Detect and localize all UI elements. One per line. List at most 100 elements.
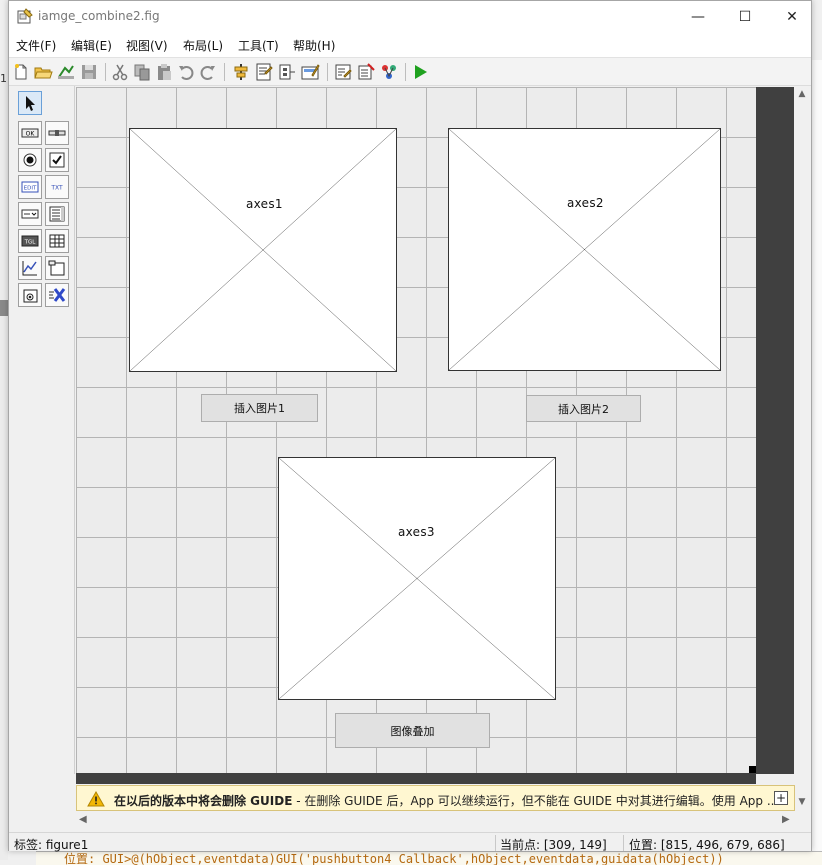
scroll-left-icon[interactable]: ◀ <box>79 814 87 825</box>
menu-help[interactable]: 帮助(H) <box>293 37 335 54</box>
toolbar-separator <box>405 63 406 81</box>
toolbar-editor-icon[interactable] <box>300 62 320 82</box>
table-tool[interactable] <box>45 229 69 253</box>
axes1-label: axes1 <box>246 197 283 211</box>
deprecation-banner: 在以后的版本中将会删除 GUIDE - 在删除 GUIDE 后，App 可以继续… <box>76 785 795 811</box>
property-inspector-icon[interactable] <box>356 62 376 82</box>
table-icon <box>49 234 65 248</box>
svg-text:TXT: TXT <box>50 185 63 192</box>
undo-icon[interactable] <box>176 62 196 82</box>
edit-text-icon: EDIT <box>21 181 39 193</box>
axes-icon <box>22 261 37 276</box>
guide-window: iamge_combine2.fig — ☐ ✕ 文件(F) 编辑(E) 视图(… <box>8 0 812 852</box>
edit-text-tool[interactable]: EDIT <box>18 175 42 199</box>
axes-tool[interactable] <box>18 256 42 280</box>
status-position: 位置: [815, 496, 679, 686] <box>629 838 785 852</box>
redo-icon[interactable] <box>198 62 218 82</box>
panel-tool[interactable] <box>45 256 69 280</box>
minimize-button[interactable]: — <box>675 1 721 32</box>
editor-icon[interactable] <box>333 62 353 82</box>
axes-cross <box>279 458 555 699</box>
checkbox-icon <box>49 152 65 168</box>
export-icon[interactable] <box>56 62 76 82</box>
toolbar-separator <box>327 63 328 81</box>
scroll-right-icon[interactable]: ▶ <box>782 814 790 825</box>
background-window-right <box>812 60 822 860</box>
axes-cross <box>130 129 396 371</box>
arrow-cursor-icon <box>26 96 35 111</box>
banner-rest-text: - 在删除 GUIDE 后，App 可以继续运行，但不能在 GUIDE 中对其进… <box>292 794 779 808</box>
banner-expand-button[interactable]: + <box>774 791 788 805</box>
horizontal-scrollbar[interactable]: ◀ ▶ <box>9 812 811 828</box>
save-icon[interactable] <box>79 62 99 82</box>
pushbutton-tool[interactable]: OK <box>18 121 42 145</box>
activex-tool[interactable] <box>45 283 69 307</box>
menu-file[interactable]: 文件(F) <box>16 37 56 54</box>
toolbar <box>9 58 811 86</box>
title-bar[interactable]: iamge_combine2.fig — ☐ ✕ <box>9 1 811 32</box>
maximize-button[interactable]: ☐ <box>722 1 768 32</box>
toolbar-separator <box>224 63 225 81</box>
axes2-label: axes2 <box>567 196 604 210</box>
axes2-placeholder[interactable]: axes2 <box>448 128 721 371</box>
static-text-icon: TXT <box>50 185 63 192</box>
slider-tool[interactable] <box>45 121 69 145</box>
figure-resize-handle[interactable] <box>749 766 756 773</box>
button-group-tool[interactable] <box>18 283 42 307</box>
close-button[interactable]: ✕ <box>769 1 815 32</box>
button-group-icon <box>23 289 38 303</box>
scroll-down-icon[interactable]: ▼ <box>797 797 807 807</box>
vertical-scrollbar[interactable]: ▲ ▼ <box>794 87 810 807</box>
background-window-left <box>0 60 8 860</box>
axes3-label: axes3 <box>398 525 435 539</box>
checkbox-tool[interactable] <box>45 148 69 172</box>
listbox-icon <box>49 206 65 222</box>
background-code-line: 位置: GUI>@(hObject,eventdata)GUI('pushbut… <box>36 851 822 865</box>
run-icon[interactable] <box>410 62 430 82</box>
axes-cross <box>449 129 720 370</box>
banner-message: 在以后的版本中将会删除 GUIDE - 在删除 GUIDE 后，App 可以继续… <box>114 792 778 809</box>
cut-icon[interactable] <box>110 62 130 82</box>
figure-edge-bottom <box>76 773 756 784</box>
object-browser-icon[interactable] <box>379 62 399 82</box>
component-palette: OK EDIT TXT TGL <box>9 86 75 774</box>
popup-menu-icon <box>21 209 39 219</box>
menu-layout[interactable]: 布局(L) <box>183 37 223 54</box>
insert-image1-button[interactable]: 插入图片1 <box>201 394 318 422</box>
warning-icon <box>87 790 105 807</box>
activex-icon <box>49 288 66 302</box>
panel-icon <box>48 260 65 276</box>
tab-order-icon[interactable] <box>277 62 297 82</box>
menu-tools[interactable]: 工具(T) <box>238 37 279 54</box>
toggle-button-tool[interactable]: TGL <box>18 229 42 253</box>
align-icon[interactable] <box>231 62 251 82</box>
popup-menu-tool[interactable] <box>18 202 42 226</box>
axes3-placeholder[interactable]: axes3 <box>278 457 556 700</box>
guide-app-icon <box>17 8 33 24</box>
image-overlay-button[interactable]: 图像叠加 <box>335 713 490 748</box>
copy-icon[interactable] <box>132 62 152 82</box>
axes1-placeholder[interactable]: axes1 <box>129 128 397 372</box>
paste-icon[interactable] <box>154 62 174 82</box>
menu-edit[interactable]: 编辑(E) <box>71 37 112 54</box>
status-separator <box>495 835 496 851</box>
menu-editor-icon[interactable] <box>254 62 274 82</box>
static-text-tool[interactable]: TXT <box>45 175 69 199</box>
layout-canvas[interactable]: axes1 axes2 axes3 插入图片1 插入图片2 图像叠加 <box>76 87 756 773</box>
radiobutton-tool[interactable] <box>18 148 42 172</box>
insert-image2-button[interactable]: 插入图片2 <box>526 395 641 422</box>
scroll-up-icon[interactable]: ▲ <box>797 89 807 99</box>
slider-icon <box>48 130 66 136</box>
toggle-button-icon: TGL <box>21 235 39 247</box>
radiobutton-icon <box>23 153 37 167</box>
select-tool[interactable] <box>18 91 42 115</box>
status-separator <box>623 835 624 851</box>
pushbutton-icon: OK <box>21 128 39 138</box>
open-icon[interactable] <box>33 62 53 82</box>
menu-view[interactable]: 视图(V) <box>126 37 168 54</box>
status-bar: 标签: figure1 当前点: [309, 149] 位置: [815, 49… <box>9 832 811 852</box>
listbox-tool[interactable] <box>45 202 69 226</box>
new-figure-icon[interactable] <box>11 62 31 82</box>
status-current-point: 当前点: [309, 149] <box>500 838 607 852</box>
status-tag: 标签: figure1 <box>14 838 89 852</box>
